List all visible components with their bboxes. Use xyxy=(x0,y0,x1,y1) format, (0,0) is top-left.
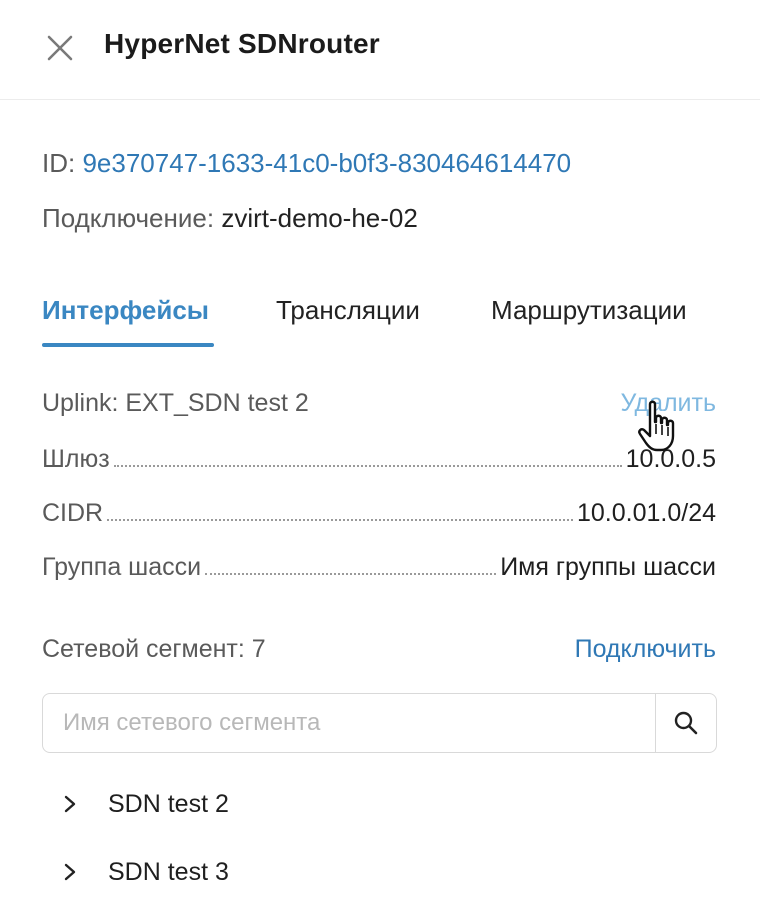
tab-bar: Интерфейсы Трансляции Маршрутизации xyxy=(42,292,718,348)
segment-name: SDN test 2 xyxy=(108,789,229,818)
leader-dots xyxy=(205,573,497,575)
gateway-value: 10.0.0.5 xyxy=(625,445,716,473)
chassis-group-value: Имя группы шасси xyxy=(500,553,716,581)
active-tab-indicator xyxy=(42,343,214,347)
tab-translations[interactable]: Трансляции xyxy=(276,292,420,328)
search-button[interactable] xyxy=(655,694,716,752)
panel-header: HyperNet SDNrouter xyxy=(0,0,760,100)
gateway-label: Шлюз xyxy=(42,445,110,473)
search-icon xyxy=(674,711,698,735)
connect-segment-link[interactable]: Подключить xyxy=(575,634,716,664)
cidr-row: CIDR 10.0.01.0/24 xyxy=(42,494,716,528)
router-id-row: ID: 9e370747-1633-41c0-b0f3-830464614470 xyxy=(42,148,571,178)
network-segment-title: Сетевой сегмент: 7 xyxy=(42,635,266,663)
tab-interfaces[interactable]: Интерфейсы xyxy=(42,292,209,328)
connection-row: Подключение: zvirt-demo-he-02 xyxy=(42,203,418,233)
close-icon xyxy=(47,35,73,61)
chevron-right-icon[interactable] xyxy=(58,792,82,816)
chevron-right-icon[interactable] xyxy=(58,860,82,884)
close-button[interactable] xyxy=(40,28,80,68)
gateway-row: Шлюз 10.0.0.5 xyxy=(42,440,716,474)
id-value[interactable]: 9e370747-1633-41c0-b0f3-830464614470 xyxy=(82,148,571,178)
leader-dots xyxy=(107,519,573,521)
segment-search xyxy=(42,693,717,753)
cidr-value: 10.0.01.0/24 xyxy=(576,499,716,527)
tab-routing[interactable]: Маршрутизации xyxy=(491,292,687,328)
segment-name: SDN test 3 xyxy=(108,857,229,886)
chassis-group-row: Группа шасси Имя группы шасси xyxy=(42,548,716,582)
segment-tree-item[interactable]: SDN test 2 xyxy=(58,784,229,824)
uplink-title: Uplink: EXT_SDN test 2 xyxy=(42,389,309,417)
delete-uplink-link[interactable]: Удалить xyxy=(621,388,716,418)
panel-title: HyperNet SDNrouter xyxy=(104,28,380,59)
chassis-group-label: Группа шасси xyxy=(42,553,202,581)
connection-value: zvirt-demo-he-02 xyxy=(221,203,418,233)
cidr-label: CIDR xyxy=(42,499,104,527)
id-label: ID: xyxy=(42,148,76,178)
segment-search-input[interactable] xyxy=(43,694,655,752)
segment-tree-item[interactable]: SDN test 3 xyxy=(58,852,229,892)
leader-dots xyxy=(113,465,622,467)
connection-label: Подключение: xyxy=(42,203,215,233)
